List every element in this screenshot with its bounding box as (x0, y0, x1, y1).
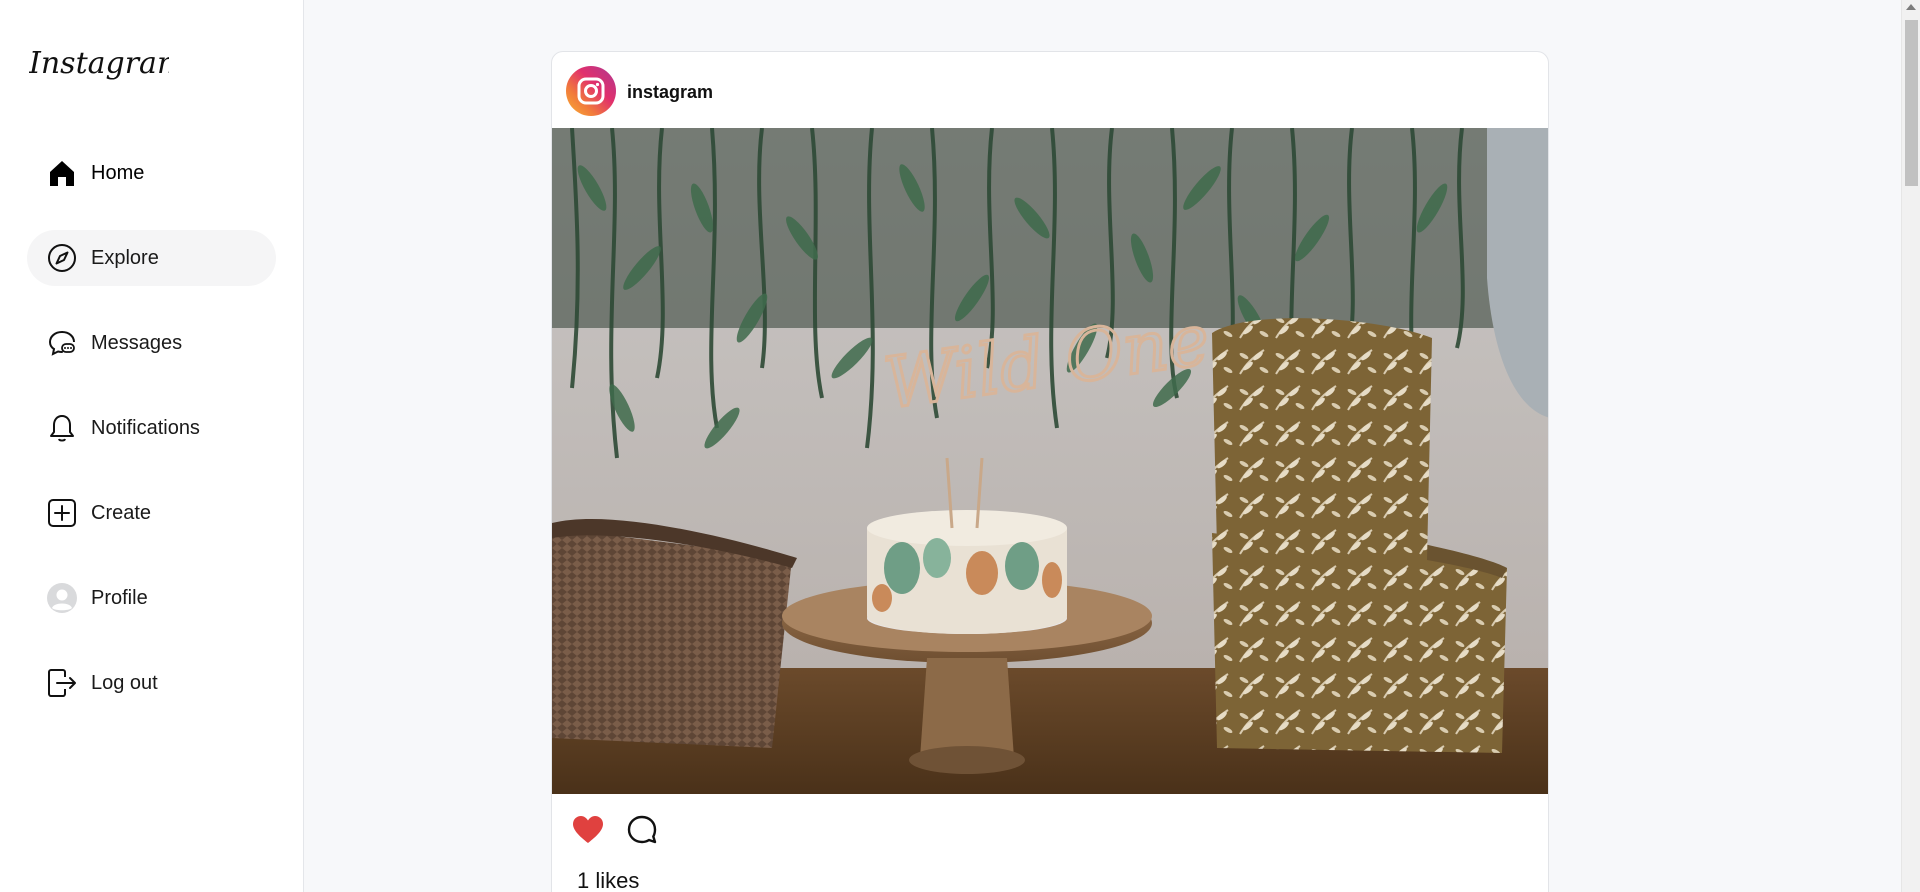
post-header: instagram (552, 52, 1548, 128)
sidebar-item-label: Explore (91, 247, 159, 269)
sidebar-item-notifications[interactable]: Notifications (27, 400, 276, 456)
instagram-wordmark-icon: Instagram (28, 46, 185, 81)
sidebar-item-messages[interactable]: Messages (27, 315, 276, 371)
scrollbar-thumb[interactable] (1905, 20, 1918, 186)
home-icon (46, 157, 78, 189)
sidebar-item-label: Create (91, 502, 152, 524)
comment-button[interactable] (624, 812, 660, 848)
instagram-logo[interactable]: Instagram (28, 38, 185, 88)
post-actions (570, 812, 660, 852)
chat-bubble-icon (46, 327, 78, 359)
sidebar-item-create[interactable]: Create (27, 485, 276, 541)
sidebar-item-home[interactable]: Home (27, 145, 276, 201)
post-username[interactable]: instagram (627, 82, 713, 103)
svg-text:Instagram: Instagram (29, 46, 169, 81)
sidebar-item-explore[interactable]: Explore (27, 230, 276, 286)
like-button[interactable] (570, 812, 606, 848)
plus-square-icon (46, 497, 78, 529)
feed-post: instagram Wild One 1 likes (551, 51, 1549, 892)
bell-icon (46, 412, 78, 444)
scroll-up-arrow-icon[interactable] (1906, 4, 1916, 10)
sidebar-item-label: Home (91, 162, 145, 184)
cake-photo: Wild One (552, 128, 1548, 794)
post-image[interactable]: Wild One (552, 128, 1548, 794)
profile-avatar-icon (46, 582, 78, 614)
sidebar-item-label: Log out (91, 672, 158, 694)
comment-bubble-icon (627, 815, 657, 844)
sidebar-item-label: Notifications (91, 417, 200, 439)
sidebar-item-logout[interactable]: Log out (27, 655, 276, 711)
sidebar-item-label: Profile (91, 587, 148, 609)
like-count: 1 likes (577, 868, 640, 892)
instagram-camera-icon (577, 77, 605, 105)
logout-icon (46, 667, 78, 699)
compass-icon (46, 242, 78, 274)
sidebar-item-profile[interactable]: Profile (27, 570, 276, 626)
heart-icon (573, 816, 603, 843)
page-scrollbar[interactable] (1901, 0, 1920, 892)
sidebar: Instagram Home Explore Messages Notifica… (0, 0, 304, 892)
sidebar-item-label: Messages (91, 332, 183, 354)
post-author-avatar[interactable] (566, 66, 616, 116)
